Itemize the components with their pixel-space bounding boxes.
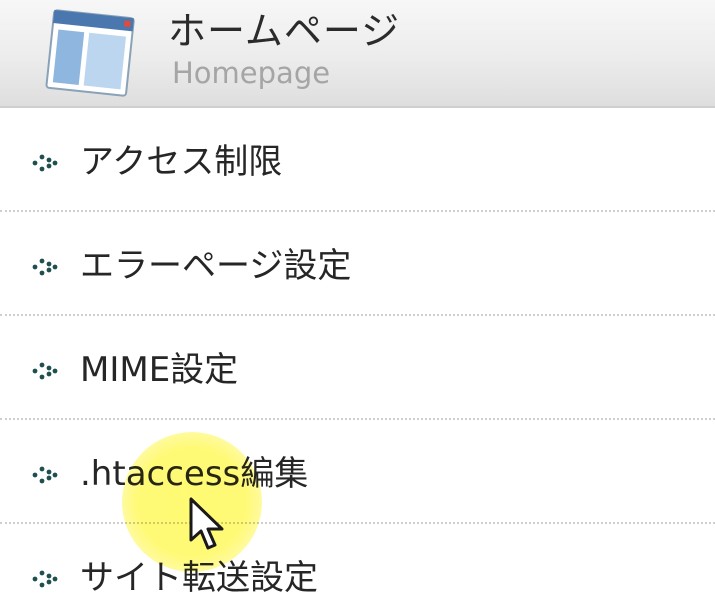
section-header: ホームページ Homepage [0,0,715,108]
browser-window-icon [45,9,135,97]
menu-item-mime-settings[interactable]: MIME設定 [0,316,715,420]
dotted-arrow-bullet-icon [32,154,58,172]
menu-item-label[interactable]: .htaccess編集 [80,452,308,496]
menu-item-label[interactable]: エラーページ設定 [80,244,351,288]
page-subtitle: Homepage [172,56,331,90]
menu-item-label[interactable]: サイト転送設定 [80,556,318,600]
menu-item-site-redirect-settings[interactable]: サイト転送設定 [0,524,715,605]
access-restriction-link[interactable]: アクセス制限 [80,142,282,182]
dotted-arrow-bullet-icon [32,466,58,484]
htaccess-edit-link[interactable]: .htaccess編集 [80,454,308,494]
page-title: ホームページ [168,9,401,53]
menu-item-label[interactable]: MIME設定 [80,348,238,392]
error-page-settings-link[interactable]: エラーページ設定 [80,246,351,286]
dotted-arrow-bullet-icon [32,258,58,276]
menu-item-label[interactable]: アクセス制限 [80,140,282,184]
menu-item-error-page-settings[interactable]: エラーページ設定 [0,212,715,316]
menu-item-htaccess-edit[interactable]: .htaccess編集 [0,420,715,524]
site-redirect-settings-link[interactable]: サイト転送設定 [80,558,318,598]
homepage-menu-panel: ホームページ Homepage アクセス制限 エラーページ設定 MIME設定 .… [0,0,715,605]
dotted-arrow-bullet-icon [32,362,58,380]
settings-menu: アクセス制限 エラーページ設定 MIME設定 .htaccess編集 サイト転送… [0,108,715,605]
menu-item-access-restriction[interactable]: アクセス制限 [0,108,715,212]
dotted-arrow-bullet-icon [32,570,58,588]
mime-settings-link[interactable]: MIME設定 [80,350,238,390]
